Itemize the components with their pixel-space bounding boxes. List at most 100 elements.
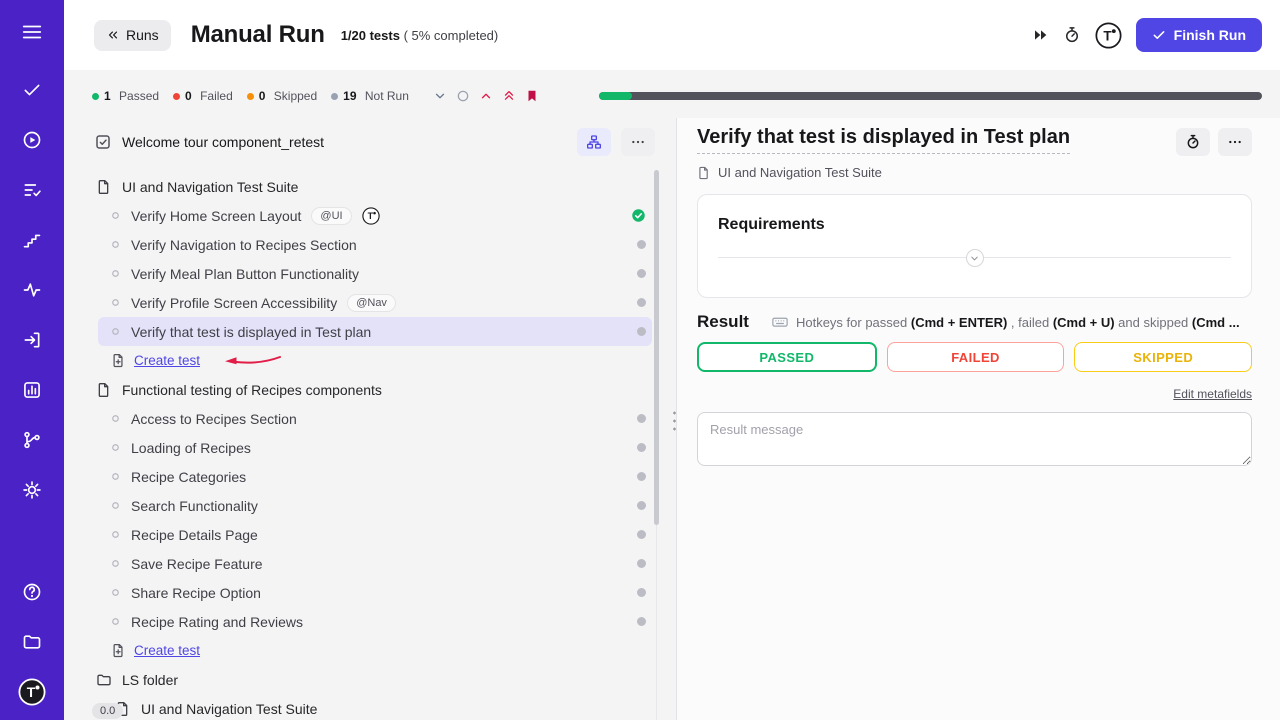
more-icon <box>1227 134 1243 150</box>
test-title[interactable]: Verify that test is displayed in Test pl… <box>697 126 1070 154</box>
scrollbar-thumb[interactable] <box>654 170 659 525</box>
result-passed-button[interactable]: PASSED <box>697 342 877 372</box>
test-bullet-icon <box>110 297 121 308</box>
gear-icon[interactable] <box>18 476 46 504</box>
row-label: Verify Meal Plan Button Functionality <box>131 266 359 282</box>
back-to-runs-button[interactable]: Runs <box>94 20 171 51</box>
create-test-link[interactable]: Create test <box>134 643 200 658</box>
row-label: Share Recipe Option <box>131 585 261 601</box>
fast-forward-icon[interactable] <box>1033 27 1049 43</box>
suite-row[interactable]: UI and Navigation Test Suite <box>64 694 676 720</box>
edit-metafields-link[interactable]: Edit metafields <box>1173 387 1252 401</box>
menu-icon[interactable] <box>18 18 46 46</box>
hierarchy-icon <box>586 134 602 150</box>
user-avatar[interactable]: T <box>1095 22 1122 49</box>
suite-row[interactable]: Functional testing of Recipes components <box>64 375 676 404</box>
tag-badge[interactable]: @UI <box>311 207 351 225</box>
requirements-divider <box>718 257 1231 258</box>
circle-icon[interactable] <box>456 89 470 103</box>
group-view-button[interactable] <box>577 128 611 156</box>
status-notrun-dot <box>637 414 646 423</box>
test-bullet-icon <box>110 558 121 569</box>
finish-run-button[interactable]: Finish Run <box>1136 18 1262 52</box>
test-row[interactable]: Share Recipe Option <box>64 578 676 607</box>
counter-passed[interactable]: 1 Passed <box>92 89 159 103</box>
row-label: Access to Recipes Section <box>131 411 297 427</box>
status-counters: 1 Passed 0 Failed 0 Skipped 19 Not Run <box>92 89 409 103</box>
result-message-input[interactable] <box>697 412 1252 466</box>
pulse-icon[interactable] <box>18 276 46 304</box>
tests-count: 1/20 tests <box>341 28 400 43</box>
folder-icon[interactable] <box>18 628 46 656</box>
detail-header: Verify that test is displayed in Test pl… <box>697 126 1252 156</box>
test-row[interactable]: Verify Home Screen Layout@UIT <box>64 201 676 230</box>
create-test-row[interactable]: Create test <box>64 636 676 665</box>
breadcrumb-label: UI and Navigation Test Suite <box>718 165 882 180</box>
tag-badge[interactable]: @Nav <box>347 294 396 312</box>
test-row[interactable]: Loading of Recipes <box>64 433 676 462</box>
test-row[interactable]: Verify Profile Screen Accessibility @Nav <box>64 288 676 317</box>
chevron-down-icon[interactable] <box>433 89 447 103</box>
timer-button[interactable] <box>1176 128 1210 156</box>
status-notrun-dot <box>637 501 646 510</box>
folder-icon <box>96 672 112 688</box>
counter-skipped[interactable]: 0 Skipped <box>247 89 317 103</box>
expand-requirements-button[interactable] <box>966 249 984 267</box>
test-bullet-icon <box>110 471 121 482</box>
folder-row[interactable]: LS folder <box>64 665 676 694</box>
status-notrun-dot <box>637 443 646 452</box>
row-label: Recipe Rating and Reviews <box>131 614 303 630</box>
test-row[interactable]: Verify that test is displayed in Test pl… <box>64 317 676 346</box>
list-more-button[interactable] <box>621 128 655 156</box>
bookmark-icon[interactable] <box>525 89 539 103</box>
status-notrun-dot <box>637 327 646 336</box>
run-list-icon[interactable] <box>18 176 46 204</box>
chart-icon[interactable] <box>18 376 46 404</box>
chevron-up-icon[interactable] <box>479 89 493 103</box>
counter-not-run[interactable]: 19 Not Run <box>331 89 409 103</box>
play-circle-icon[interactable] <box>18 126 46 154</box>
file-icon <box>697 166 711 180</box>
priority-filter-icons <box>433 89 539 103</box>
row-label: LS folder <box>122 672 178 688</box>
timer-icon <box>1185 134 1201 150</box>
app-logo-icon[interactable]: T <box>18 678 46 706</box>
suite-row[interactable]: UI and Navigation Test Suite <box>64 172 676 201</box>
keyboard-icon <box>771 313 789 331</box>
result-skipped-button[interactable]: SKIPPED <box>1074 342 1252 372</box>
counter-failed[interactable]: 0 Failed <box>173 89 233 103</box>
file-icon <box>96 179 112 195</box>
row-label: Save Recipe Feature <box>131 556 263 572</box>
row-label: UI and Navigation Test Suite <box>141 701 317 717</box>
stopwatch-icon[interactable] <box>1063 26 1081 44</box>
runs-button-label: Runs <box>126 27 159 43</box>
test-row[interactable]: Recipe Categories <box>64 462 676 491</box>
test-row[interactable]: Access to Recipes Section <box>64 404 676 433</box>
chevron-down-icon <box>969 253 980 264</box>
create-test-row[interactable]: Create test <box>64 346 676 375</box>
exit-icon[interactable] <box>18 326 46 354</box>
header: Runs Manual Run 1/20 tests ( 5% complete… <box>64 0 1280 70</box>
help-icon[interactable] <box>18 578 46 606</box>
row-label: Verify Profile Screen Accessibility <box>131 295 337 311</box>
test-row[interactable]: Search Functionality <box>64 491 676 520</box>
sidebar-top-icons <box>18 18 46 504</box>
result-failed-button[interactable]: FAILED <box>887 342 1065 372</box>
annotation-arrow-icon <box>222 354 282 367</box>
steps-icon[interactable] <box>18 226 46 254</box>
test-row[interactable]: Verify Meal Plan Button Functionality <box>64 259 676 288</box>
test-list-header: Welcome tour component_retest <box>64 118 676 166</box>
row-label: UI and Navigation Test Suite <box>122 179 298 195</box>
test-row[interactable]: Save Recipe Feature <box>64 549 676 578</box>
detail-more-button[interactable] <box>1218 128 1252 156</box>
test-row[interactable]: Recipe Details Page <box>64 520 676 549</box>
status-notrun-dot <box>637 617 646 626</box>
chevrons-up-icon[interactable] <box>502 89 516 103</box>
branch-icon[interactable] <box>18 426 46 454</box>
test-row[interactable]: Recipe Rating and Reviews <box>64 607 676 636</box>
check-icon[interactable] <box>18 76 46 104</box>
breadcrumb[interactable]: UI and Navigation Test Suite <box>697 165 1252 180</box>
row-label: Functional testing of Recipes components <box>122 382 382 398</box>
create-test-link[interactable]: Create test <box>134 353 200 368</box>
test-row[interactable]: Verify Navigation to Recipes Section <box>64 230 676 259</box>
